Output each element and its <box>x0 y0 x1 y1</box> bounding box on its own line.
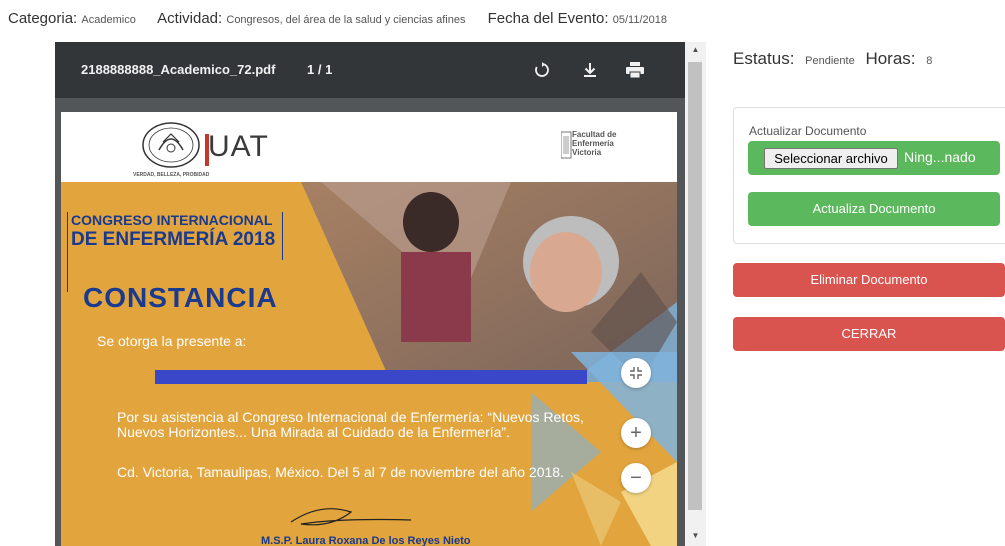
pdf-scrollbar[interactable]: ▲ ▼ <box>685 42 706 546</box>
scroll-thumb[interactable] <box>688 62 702 510</box>
certificate-city-date: Cd. Victoria, Tamaulipas, México. Del 5 … <box>117 464 564 480</box>
certificate-title: CONSTANCIA <box>83 282 278 313</box>
uat-logo-text: UAT <box>208 130 269 163</box>
event-meta-bar: Categoria: Academico Actividad: Congreso… <box>8 10 685 27</box>
fecha-label: Fecha del Evento: <box>487 10 609 27</box>
update-document-button[interactable]: Actualiza Documento <box>748 192 1000 226</box>
faculty-name: Facultad de Enfermería Victoria <box>572 130 616 157</box>
fecha-group: Fecha del Evento: 05/11/2018 <box>488 10 667 27</box>
congreso-divider-right <box>282 212 283 260</box>
congreso-line-2: DE ENFERMERÍA 2018 <box>71 229 276 250</box>
faculty-line-2: Enfermería <box>572 139 614 148</box>
pdf-page-indicator: 1 / 1 <box>307 62 333 77</box>
zoom-in-button[interactable]: + <box>621 418 651 448</box>
recipient-name-redacted <box>155 370 587 384</box>
estatus-value: Pendiente <box>805 55 855 67</box>
status-line: Estatus: Pendiente Horas: 8 <box>733 49 938 69</box>
pdf-viewer[interactable]: 2188888888_Academico_72.pdf 1 / 1 ▲ ▼ VE… <box>55 42 706 546</box>
file-input[interactable]: Seleccionar archivo Ning...nado <box>748 141 1000 175</box>
actividad-value: Congresos, del área de la salud y cienci… <box>226 14 466 26</box>
pdf-filename: 2188888888_Academico_72.pdf <box>81 62 276 77</box>
delete-document-button[interactable]: Eliminar Documento <box>733 263 1005 297</box>
download-icon[interactable] <box>577 57 603 83</box>
scroll-up-icon[interactable]: ▲ <box>685 42 706 58</box>
actividad-label: Actividad: <box>157 10 223 27</box>
horas-label: Horas: <box>865 49 916 68</box>
fit-page-icon[interactable] <box>621 358 651 388</box>
fecha-value: 05/11/2018 <box>612 14 667 26</box>
update-panel-title: Actualizar Documento <box>749 124 867 138</box>
categoria-label: Categoria: <box>8 10 78 27</box>
seal-motto: VERDAD, BELLEZA, PROBIDAD <box>133 172 210 178</box>
scroll-down-icon[interactable]: ▼ <box>685 528 706 544</box>
signer-name: M.S.P. Laura Roxana De los Reyes Nieto <box>261 535 471 546</box>
estatus-label: Estatus: <box>733 49 795 68</box>
congreso-line-1: CONGRESO INTERNACIONAL <box>71 212 273 228</box>
categoria-value: Academico <box>81 14 136 26</box>
congreso-divider-left <box>67 212 68 292</box>
certificate-otorga: Se otorga la presente a: <box>97 333 247 349</box>
faculty-line-1: Facultad de <box>572 130 617 139</box>
horas-value: 8 <box>926 55 933 67</box>
choose-file-button[interactable]: Seleccionar archivo <box>764 148 898 169</box>
actividad-group: Actividad: Congresos, del área de la sal… <box>157 10 465 27</box>
pdf-toolbar: 2188888888_Academico_72.pdf 1 / 1 <box>55 42 685 98</box>
print-icon[interactable] <box>622 57 648 83</box>
pdf-page: VERDAD, BELLEZA, PROBIDAD UAT Facultad d… <box>61 112 677 546</box>
signature-image <box>290 508 412 526</box>
faculty-line-3: Victoria <box>572 148 602 157</box>
zoom-out-button[interactable]: − <box>621 463 651 493</box>
close-button[interactable]: CERRAR <box>733 317 1005 351</box>
update-document-panel: Actualizar Documento Seleccionar archivo… <box>733 107 1005 244</box>
certificate-paragraph: Por su asistencia al Congreso Internacio… <box>117 409 584 440</box>
categoria-group: Categoria: Academico <box>8 10 136 27</box>
selected-file-name: Ning...nado <box>904 149 976 165</box>
rotate-icon[interactable] <box>529 57 555 83</box>
university-seal <box>142 122 200 168</box>
